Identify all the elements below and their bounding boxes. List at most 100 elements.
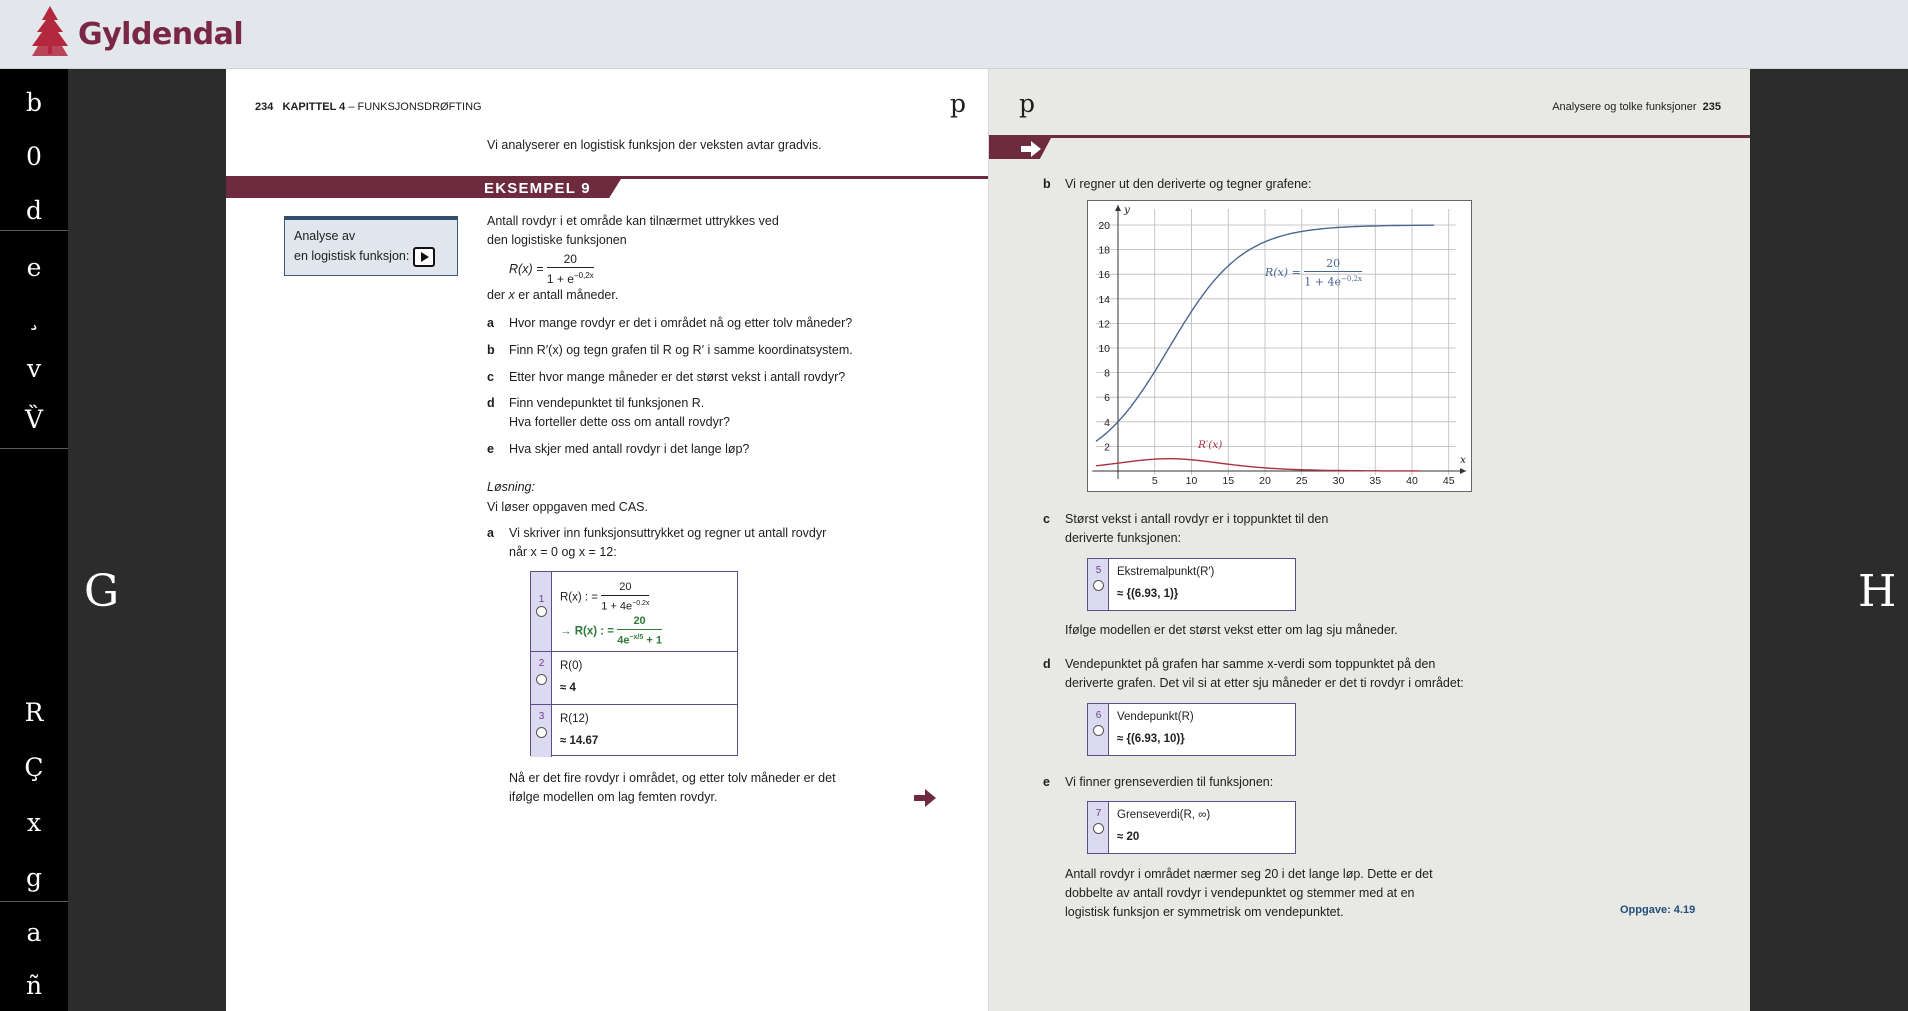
cas-input[interactable]: Ekstremalpunkt(R′) [1117,566,1214,578]
task-d-text: Finn vendepunktet til funksjonen R. [509,396,705,410]
video-box-line2: en logistisk funksjon: [294,249,410,263]
problem-line-2: den logistiske funksjonen [487,233,627,247]
cas-output: ≈ 4 [560,682,576,694]
cas-input[interactable]: R(x) : = 20 1 + 4e−0.2x [560,580,650,615]
formula-exponent: −0,2x [573,271,594,280]
cas-window-limit[interactable]: 7 Grenseverdi(R, ∞) ≈ 20 [1087,801,1296,854]
left-toolbar: b 0 d e ¸ v V̏ R Ç x g a ñ [0,69,68,1011]
cas-window-extremum[interactable]: 5 Ekstremalpunkt(R′) ≈ {(6.93, 1)} [1087,558,1296,611]
page-header-right: Analysere og tolke funksjoner 235 [1552,101,1721,113]
cas-row[interactable]: 7 Grenseverdi(R, ∞) ≈ 20 [1088,802,1295,853]
toolbar-d-icon[interactable]: d [0,184,68,236]
toolbar-g-icon[interactable]: g [0,851,68,903]
tree-logo-icon [32,6,68,56]
function-graph: 5 10 15 20 25 30 35 40 45 2 4 6 8 10 12 14 16 18 20 y x R(x)… [1087,200,1472,492]
logistic-formula: R(x) = 20 1 + e−0,2x [509,252,594,287]
exercise-link[interactable]: Oppgave: 4.19 [1620,904,1695,916]
toolbar-a-icon[interactable]: a [0,906,68,958]
continued-banner [989,135,1750,159]
analysis-video-box[interactable]: Analyse av en logistisk funksjon: [284,216,458,276]
y-axis-label: y [1123,204,1131,216]
play-video-icon[interactable] [413,246,436,267]
y-tick-label: 8 [1104,368,1110,380]
y-tick-label: 14 [1098,294,1110,306]
toolbar-v-double-grave-icon[interactable]: V̏ [0,393,68,445]
task-a-text: Hvor mange rovdyr er det i området nå og… [509,316,853,330]
part-letter: d [1043,657,1051,671]
example-banner: EKSEMPEL 9 [226,176,988,198]
toolbar-divider [0,230,68,231]
cas-input[interactable]: Vendepunkt(R) [1117,711,1194,723]
task-c-text: Etter hvor mange måneder er det størst v… [509,370,846,384]
x-tick-label: 40 [1406,475,1418,487]
toolbar-0-icon[interactable]: 0 [0,130,68,182]
toolbar-divider [0,901,68,902]
cas-output: ≈ 14.67 [560,735,599,747]
cas-row-radio[interactable] [536,674,547,685]
toolbar-b-icon[interactable]: b [0,76,68,128]
y-tick-label: 2 [1104,441,1110,453]
cas-output: ≈ 20 [1117,831,1140,843]
cas-row-radio[interactable] [1093,580,1104,591]
cas-row[interactable]: 2 R(0) ≈ 4 [531,651,737,704]
r-formula-label: R(x) = 20 1 + 4e−0,2x [1265,257,1362,289]
formula-numerator: 20 [546,252,594,268]
corner-glyph[interactable]: p [950,89,966,118]
toolbar-e-icon[interactable]: e [0,241,68,293]
task-d-text-2: Hva forteller dette oss om antall rovdyr… [509,415,730,429]
cas-window-inflection[interactable]: 6 Vendepunkt(R) ≈ {(6.93, 10)} [1087,703,1296,756]
example-label: EKSEMPEL 9 [484,180,591,197]
toolbar-n-tilde-icon[interactable]: ñ [0,959,68,1011]
chapter-title: – FUNKSJONSDRØFTING [345,101,482,113]
section-title: Analysere og tolke funksjoner [1552,101,1697,113]
cas-output: → R(x) : = 20 4e−x/5 + 1 [560,615,662,647]
y-axis-arrow [1115,205,1121,211]
cas-output: ≈ {(6.93, 1)} [1117,588,1179,600]
part-e-text: Vi finner grenseverdien til funksjonen: [1065,775,1274,789]
x-tick-label: 30 [1333,475,1345,487]
part-e-line-3: logistisk funksjon er symmetrisk om vend… [1065,905,1344,919]
corner-glyph[interactable]: p [1019,89,1035,118]
intro-text: Vi analyserer en logistisk funksjon der … [487,138,822,152]
cas-input[interactable]: Grenseverdi(R, ∞) [1117,809,1210,821]
next-arrow-icon[interactable] [914,789,936,807]
cas-row-radio[interactable] [536,727,547,738]
part-c-line-2: deriverte funksjonen: [1065,531,1182,545]
cas-row-radio[interactable] [1093,725,1104,736]
cas-row[interactable]: 6 Vendepunkt(R) ≈ {(6.93, 10)} [1088,704,1295,755]
toolbar-r-icon[interactable]: R [0,686,68,738]
toolbar-v-icon[interactable]: v [0,342,68,394]
cas-window[interactable]: 1 R(x) : = 20 1 + 4e−0.2x → R(x) : = 20 … [530,571,738,757]
solution-a-line-2: når x = 0 og x = 12: [509,545,617,559]
toolbar-x-icon[interactable]: x [0,796,68,848]
conclusion-line-1: Nå er det fire rovdyr i området, og ette… [509,771,836,785]
y-tick-label: 6 [1104,392,1110,404]
part-b-text: Vi regner ut den deriverte og tegner gra… [1065,177,1312,191]
toolbar-c-cedilla-icon[interactable]: Ç [0,741,68,793]
part-d-line-2: deriverte grafen. Det vil si at etter sj… [1065,676,1464,690]
cas-input[interactable]: R(0) [560,660,582,672]
next-page-button[interactable]: H [1858,566,1896,617]
part-letter: e [1043,775,1050,789]
formula-denominator: 1 + e [546,272,574,286]
previous-page-button[interactable]: G [84,566,119,617]
x-axis-label: x [1460,454,1466,466]
task-letter: b [487,343,495,357]
cas-input[interactable]: R(12) [560,713,589,725]
cas-row[interactable]: 1 R(x) : = 20 1 + 4e−0.2x → R(x) : = 20 … [531,572,737,651]
x-tick-label: 35 [1369,475,1381,487]
arrow-right-icon [1021,141,1041,157]
video-box-line1: Analyse av [294,229,356,243]
toolbar-cedilla-icon[interactable]: ¸ [0,290,68,342]
cas-row[interactable]: 5 Ekstremalpunkt(R′) ≈ {(6.93, 1)} [1088,559,1295,610]
gyldendal-logo[interactable]: Gyldendal [28,4,244,64]
solution-letter: a [487,526,494,540]
cas-row-radio[interactable] [536,606,547,617]
cas-row[interactable]: 3 R(12) ≈ 14.67 [531,704,737,757]
right-page: p Analysere og tolke funksjoner 235 b Vi… [988,69,1750,1011]
problem-line-3: der x er antall måneder. [487,288,619,302]
part-e-line-2: dobbelte av antall rovdyr i vendepunktet… [1065,886,1415,900]
top-bar: Gyldendal [0,0,1908,69]
y-tick-label: 20 [1098,220,1110,232]
cas-row-radio[interactable] [1093,823,1104,834]
